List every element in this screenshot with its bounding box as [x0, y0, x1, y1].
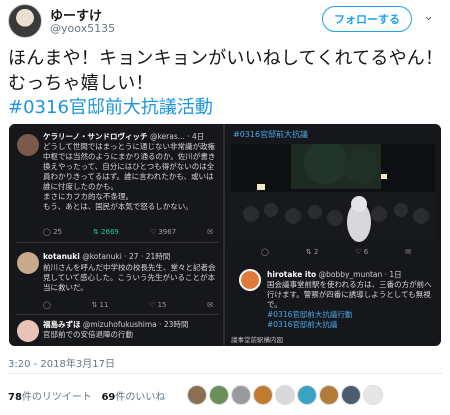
likes-label: 件のいいね	[115, 392, 166, 403]
embedded-handle-time: @mizuhofukushima · 23時間	[82, 320, 189, 329]
embedded-handle-time: @kotanuki · 27 · 21時間	[82, 252, 171, 261]
embedded-caption: 議事堂前駅構内図	[231, 336, 283, 344]
embedded-handle-time: @keras... · 4日	[149, 132, 205, 141]
divider	[15, 314, 219, 315]
embedded-meta: kotanuki @kotanuki · 27 · 21時間	[43, 252, 170, 262]
embedded-meta: ケラリーノ・サンドロヴィッチ @keras... · 4日	[43, 132, 204, 142]
retweet-count: 11	[99, 301, 109, 309]
chevron-down-icon[interactable]: ⌄	[423, 9, 434, 24]
protest-photo	[231, 144, 435, 242]
like-count: 3967	[158, 228, 177, 236]
avatar[interactable]	[8, 4, 42, 38]
mail-icon: ✉	[207, 228, 213, 236]
like-icon: ♡ 3967	[149, 228, 177, 236]
protest-night-scene	[231, 144, 435, 242]
embedded-name: 福島みずほ	[43, 320, 81, 329]
embedded-actions: ◯ ⇅ 2 ♡ 6 ✉	[261, 248, 411, 256]
tweet-header: ゆーすけ @yoox5135 フォローする ⌄	[0, 0, 450, 40]
reply-icon: ◯	[43, 301, 51, 309]
liker-avatar[interactable]	[231, 385, 251, 405]
reply-icon: ◯ 25	[43, 228, 62, 236]
embedded-body: 国会議事堂前駅を使われる方は、三番の方が前へ行けます。警察が四番に誘導しようとし…	[267, 280, 432, 309]
mail-icon: ✉	[207, 301, 213, 309]
embedded-hashtag: #0316官邸前大抗議	[267, 320, 338, 329]
liker-avatar[interactable]	[297, 385, 317, 405]
embedded-avatar	[239, 269, 261, 291]
like-icon: ♡ 6	[355, 248, 369, 256]
embedded-body: どうして世間ではまっとうに通じない非常識が政権中枢では当然のようにまかり通るのか…	[43, 142, 216, 211]
retweet-icon: ⇅ 2	[305, 248, 319, 256]
embedded-hashtag: #0316官邸前大抗議	[233, 130, 309, 139]
liker-avatar[interactable]	[275, 385, 295, 405]
like-count: 6	[363, 248, 369, 256]
retweets-stat[interactable]: 78件のリツイート	[8, 392, 92, 403]
liker-avatar[interactable]	[187, 385, 207, 405]
tweet-media[interactable]: ケラリーノ・サンドロヴィッチ @keras... · 4日 どうして世間ではまっ…	[9, 124, 441, 346]
retweet-icon: ⇅ 11	[91, 301, 109, 309]
mail-icon: ✉	[405, 248, 411, 256]
embedded-meta: 福島みずほ @mizuhofukushima · 23時間	[43, 320, 188, 330]
embedded-name: kotanuki	[43, 252, 80, 261]
embedded-meta: hirotake ito @bobby_muntan · 1日	[267, 269, 402, 280]
reply-count: 25	[53, 228, 62, 236]
reply-icon: ◯	[261, 248, 269, 256]
retweet-count: 2	[313, 248, 319, 256]
likes-stat[interactable]: 69件のいいね	[101, 392, 165, 403]
divider	[8, 373, 442, 374]
liker-avatar[interactable]	[253, 385, 273, 405]
embedded-body: 官邸前での安倍退陣の行動	[43, 330, 133, 339]
likes-count: 69	[101, 392, 116, 403]
embedded-handle-time: @bobby_muntan · 1日	[318, 270, 402, 279]
follow-button[interactable]: フォローする	[322, 6, 412, 32]
media-screenshot-right[interactable]: #0316官邸前大抗議 ◯ ⇅ 2 ♡ 6 ✉ hirotake ito @bo…	[225, 124, 441, 346]
media-screenshot-left[interactable]: ケラリーノ・サンドロヴィッチ @keras... · 4日 どうして世間ではまっ…	[9, 124, 223, 346]
tweet-hashtag-link[interactable]: #0316官邸前大抗議活動	[8, 96, 213, 120]
divider	[15, 242, 219, 243]
liker-avatar[interactable]	[341, 385, 361, 405]
tweet-timestamp[interactable]: 3:20 - 2018年3月17日	[8, 355, 115, 370]
liker-avatar[interactable]	[319, 385, 339, 405]
liker-avatar[interactable]	[363, 385, 383, 405]
embedded-avatar	[17, 320, 39, 342]
liker-avatars	[187, 385, 383, 405]
embedded-avatar	[17, 252, 39, 274]
engagement-stats: 78件のリツイート 69件のいいね	[8, 388, 165, 403]
embedded-actions: ◯ ⇅ 11 ♡ 15 ✉	[43, 300, 213, 310]
like-count: 15	[157, 301, 167, 309]
embedded-name: ケラリーノ・サンドロヴィッチ	[43, 132, 148, 141]
liker-avatar[interactable]	[209, 385, 229, 405]
user-handle[interactable]: @yoox5135	[50, 22, 115, 35]
retweet-count: 2669	[101, 228, 119, 236]
embedded-body: 前川さんを呼んだ中学校の校長先生、堂々と記者会見していて感心した。こういう先生が…	[43, 263, 216, 292]
like-icon: ♡ 15	[149, 301, 167, 309]
retweet-icon: ⇅ 2669	[92, 228, 119, 236]
retweets-count: 78	[8, 392, 22, 403]
tweet-text: ほんまや！キョンキョンがいいねしてくれてるやん！むっちゃ嬉しい！	[8, 48, 444, 94]
retweets-label: 件のリツイート	[21, 392, 92, 403]
embedded-name: hirotake ito	[267, 270, 317, 279]
embedded-actions: ◯ 25 ⇅ 2669 ♡ 3967 ✉	[43, 227, 213, 237]
embedded-avatar	[17, 134, 39, 156]
